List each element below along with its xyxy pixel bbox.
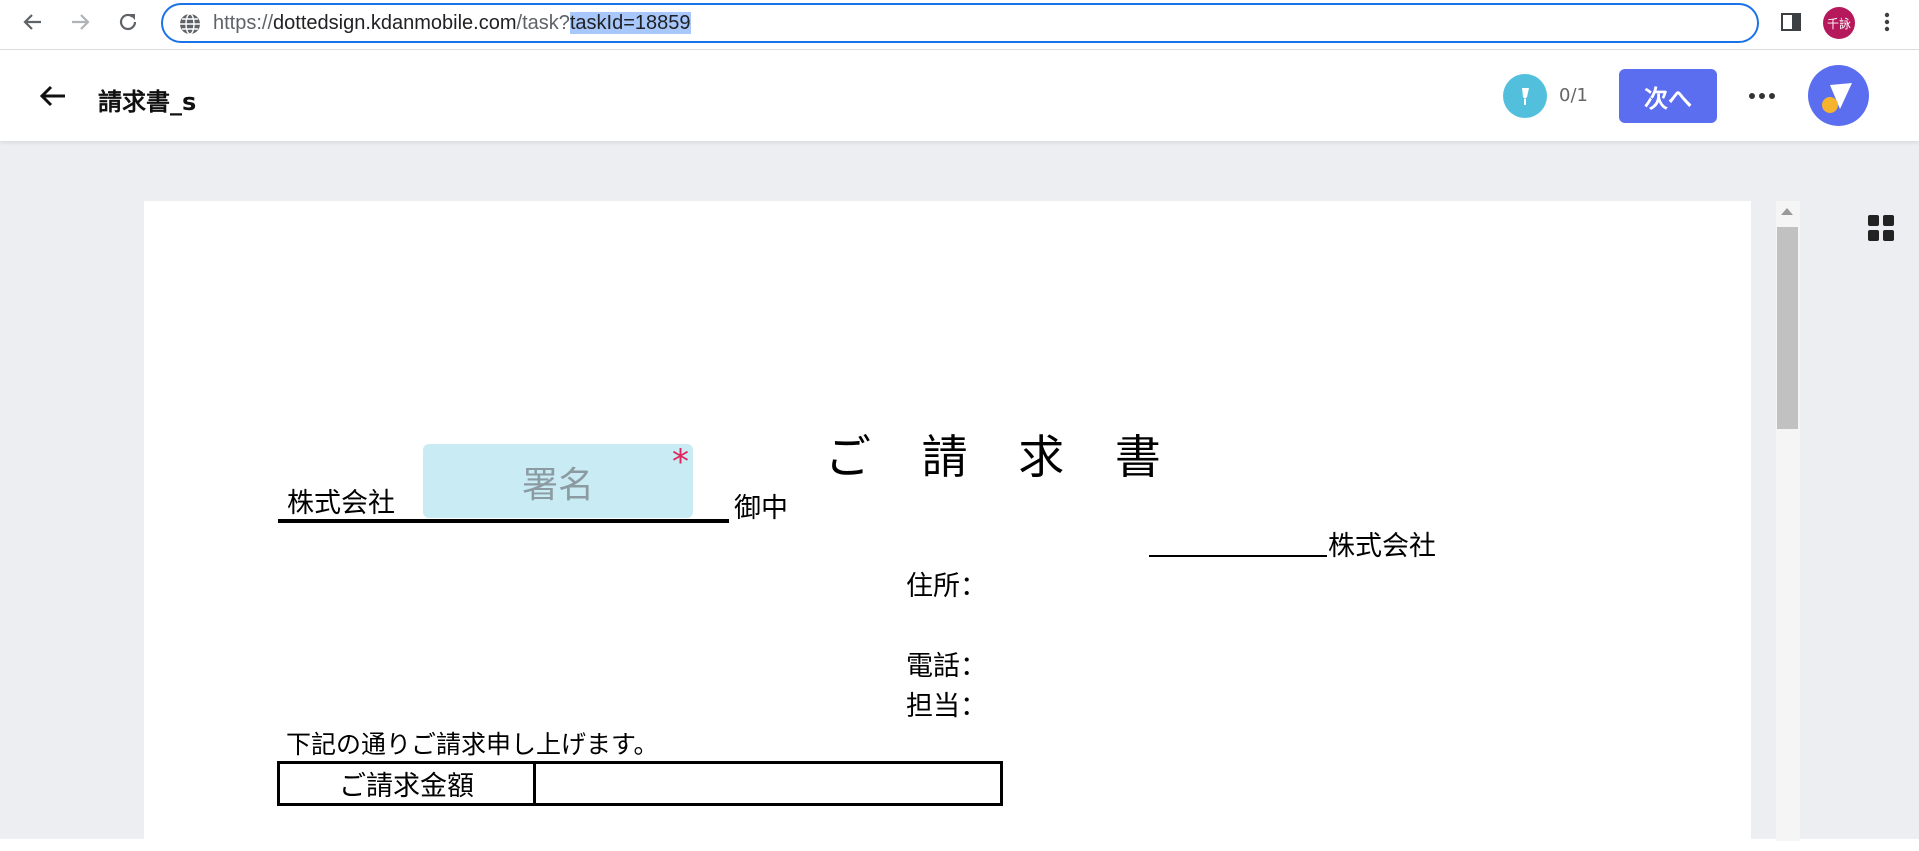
document-workspace: ご 請 求 書 株式会社 署名 * 御中 株式会社 住所： 電話： 担当： 下記… [0,141,1919,851]
back-arrow-icon [23,14,41,30]
profile-avatar[interactable]: 千詠 [1823,7,1855,39]
onchu-label: 御中 [734,493,788,524]
back-button[interactable] [38,81,68,111]
pen-icon [1522,88,1529,105]
globe-icon[interactable] [179,13,201,39]
logo-mark-icon [1822,83,1852,113]
dottedsign-logo[interactable] [1808,65,1869,126]
grid-cell [1883,215,1894,226]
more-dots-icon [1749,93,1755,99]
browser-back-button[interactable] [18,9,48,35]
person-in-charge-label: 担当： [906,691,987,722]
grid-cell [1868,230,1879,241]
more-options-button[interactable] [1744,81,1780,111]
document-page: ご 請 求 書 株式会社 署名 * 御中 株式会社 住所： 電話： 担当： 下記… [144,201,1751,851]
side-panel-icon [1781,13,1801,31]
recipient-underline [278,519,729,523]
recipient-company-label: 株式会社 [287,488,395,519]
address-label: 住所： [906,571,987,602]
url-host: dottedsign.kdanmobile.com [273,12,517,34]
app-header: 請求書_s 0/1 次へ [0,51,1919,141]
document-title: 請求書_s [98,88,197,116]
kebab-menu-icon [1884,12,1890,32]
phone-label: 電話： [906,651,987,682]
amount-label: ご請求金額 [280,764,536,803]
grid-cell [1883,230,1894,241]
invoice-note: 下記の通りご請求申し上げます。 [286,730,659,759]
url-scheme: https:// [213,12,274,34]
browser-forward-button[interactable] [65,9,95,35]
url-text[interactable]: https://dottedsign.kdanmobile.com/task?t… [213,12,691,35]
scrollbar-thumb[interactable] [1777,227,1798,429]
signature-progress-button[interactable] [1503,74,1547,118]
signature-progress-count: 0/1 [1559,85,1588,106]
amount-value-cell [536,764,1000,803]
grid-icon [1868,215,1879,226]
forward-arrow-icon [72,14,90,30]
signature-field[interactable]: 署名 * [423,442,693,518]
browser-reload-button[interactable] [113,9,143,35]
url-selected-query: taskId=18859 [569,12,691,34]
issuer-company-label: 株式会社 [1328,531,1436,562]
scroll-up-arrow-icon[interactable] [1781,208,1793,215]
thumbnail-view-button[interactable] [1868,215,1894,241]
side-panel-button[interactable] [1776,9,1806,35]
address-bar[interactable]: https://dottedsign.kdanmobile.com/task?t… [161,3,1759,43]
more-dot [1759,93,1765,99]
more-dot [1769,93,1775,99]
amount-table: ご請求金額 [277,761,1003,806]
signature-field-label: 署名 [521,465,594,506]
back-arrow-icon [39,85,65,107]
next-button[interactable]: 次へ [1619,69,1717,123]
issuer-underline [1149,555,1327,557]
browser-menu-button[interactable] [1872,9,1902,35]
required-mark: * [672,442,689,482]
document-heading: ご 請 求 書 [825,430,1179,484]
reload-icon [119,13,137,31]
browser-toolbar: https://dottedsign.kdanmobile.com/task?t… [0,0,1919,50]
url-path: /task? [516,12,570,34]
